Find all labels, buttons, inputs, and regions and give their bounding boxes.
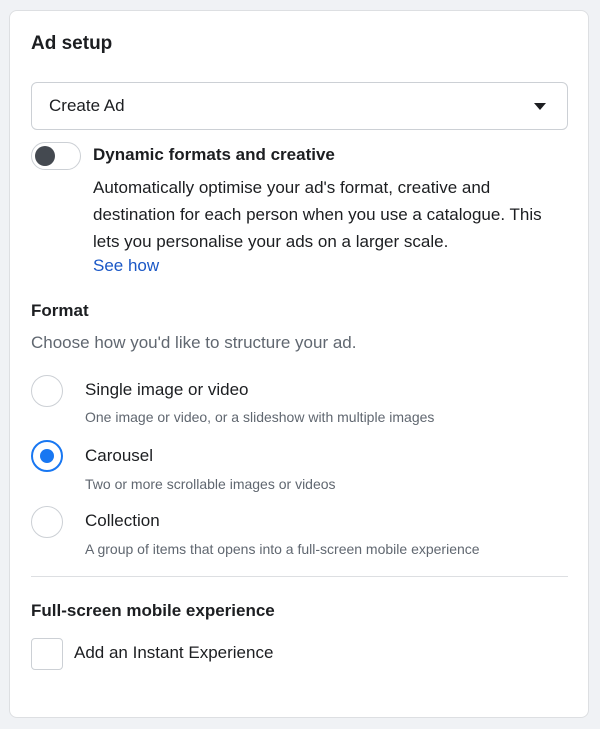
ad-setup-title: Ad setup [31, 33, 113, 54]
option-desc-single-image: One image or video, or a slideshow with … [85, 409, 435, 425]
divider [31, 576, 568, 577]
fullscreen-title: Full-screen mobile experience [31, 601, 275, 620]
create-ad-dropdown[interactable]: Create Ad [31, 82, 568, 130]
format-help-text: Choose how you'd like to structure your … [31, 333, 357, 352]
dropdown-selected-value: Create Ad [49, 96, 125, 115]
format-title: Format [31, 301, 89, 320]
instant-experience-label: Add an Instant Experience [74, 643, 274, 662]
option-desc-carousel: Two or more scrollable images or videos [85, 476, 336, 492]
caret-down-icon [534, 103, 546, 110]
dynamic-formats-toggle[interactable] [31, 142, 81, 170]
ad-setup-card: Ad setup Create Ad Dynamic formats and c… [9, 10, 589, 718]
option-label-carousel: Carousel [85, 446, 154, 465]
radio-carousel[interactable] [31, 440, 63, 472]
option-desc-collection: A group of items that opens into a full-… [85, 541, 480, 557]
radio-single-image-or-video[interactable] [31, 375, 63, 407]
radio-collection[interactable] [31, 506, 63, 538]
dynamic-formats-label: Dynamic formats and creative [93, 145, 335, 164]
option-label-collection: Collection [85, 511, 160, 530]
see-how-link[interactable]: See how [93, 256, 159, 276]
dynamic-formats-description: Automatically optimise your ad's format,… [93, 178, 542, 251]
instant-experience-checkbox[interactable] [31, 638, 63, 670]
radio-selected-dot [40, 449, 54, 463]
toggle-knob [35, 146, 55, 166]
option-label-single-image: Single image or video [85, 380, 249, 399]
